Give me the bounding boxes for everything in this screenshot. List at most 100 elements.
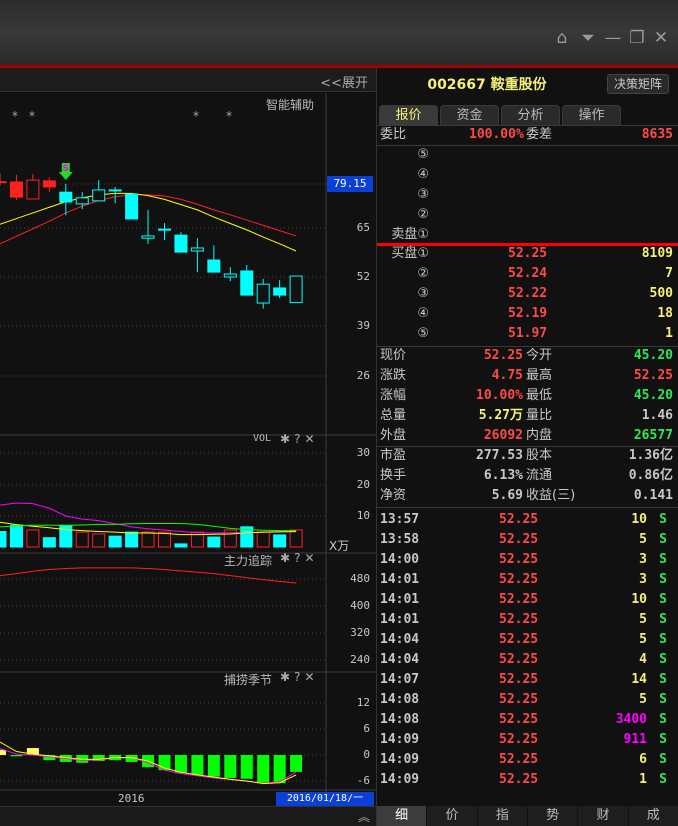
bid-volume: 1 xyxy=(665,326,673,341)
candle xyxy=(174,234,188,253)
tab-operation[interactable]: 操作 xyxy=(562,105,621,125)
tick-price: 52.25 xyxy=(499,652,539,667)
bottom-tab[interactable]: 细 xyxy=(377,806,428,826)
stat-row: 总量 5.27万 量比 1.46 xyxy=(377,406,678,426)
gear-icon[interactable]: ✱ xyxy=(280,670,290,684)
bid-row: ④ 52.19 18 xyxy=(377,304,678,324)
ask-row: ④ xyxy=(377,165,678,185)
season-tick: 0 xyxy=(363,748,370,761)
tick-price: 52.25 xyxy=(499,692,539,707)
candle xyxy=(42,180,56,188)
tab-quote[interactable]: 报价 xyxy=(379,105,438,125)
vol-tick: 10 xyxy=(356,509,370,522)
tick-flag: S xyxy=(659,752,667,767)
tick-price: 52.25 xyxy=(499,552,539,567)
stat-value: 52.25 xyxy=(633,368,673,383)
close-panel-icon[interactable]: ✕ xyxy=(304,551,314,565)
assist-label[interactable]: 智能辅助 xyxy=(266,96,314,113)
tick-row: 13:58 52.25 5 S xyxy=(377,530,678,550)
bid-level-label: ⑤ xyxy=(417,326,429,341)
help-icon[interactable]: ? xyxy=(294,551,300,565)
bid-level-label: 买盘① xyxy=(391,246,429,261)
price-tick: 65 xyxy=(356,221,370,234)
bid-price: 51.97 xyxy=(508,326,548,341)
tick-time: 14:04 xyxy=(380,652,420,667)
tick-flag: S xyxy=(659,612,667,627)
stat-value: 45.20 xyxy=(633,388,673,403)
star-marker: * xyxy=(29,109,35,123)
stat-label: 最高 xyxy=(526,368,553,383)
tick-price: 52.25 xyxy=(499,532,539,547)
season-bar xyxy=(191,755,204,775)
close-panel-icon[interactable]: ✕ xyxy=(304,670,314,684)
chart-bottom-bar: ︽ xyxy=(0,806,376,826)
season-bar xyxy=(257,755,270,784)
tick-price: 52.25 xyxy=(499,592,539,607)
bottom-tab[interactable]: 指 xyxy=(477,806,528,826)
bottom-tab[interactable]: 财 xyxy=(578,806,629,826)
tick-row: 14:01 52.25 3 S xyxy=(377,570,678,590)
fund-label: 收益(三) xyxy=(526,488,576,503)
help-icon[interactable]: ? xyxy=(294,432,300,446)
bottom-tab[interactable]: 成 xyxy=(628,806,678,826)
main-force-tick: 240 xyxy=(350,653,370,666)
tab-funds[interactable]: 资金 xyxy=(440,105,499,125)
stat-label: 涨跌 xyxy=(380,368,407,383)
ask-row: ③ xyxy=(377,185,678,205)
tick-volume: 3 xyxy=(639,572,647,587)
candle xyxy=(59,191,73,203)
fund-label: 净资 xyxy=(380,488,407,503)
bottom-tab[interactable]: 价 xyxy=(427,806,478,826)
candle xyxy=(256,283,270,304)
season-bar xyxy=(240,755,253,779)
candle xyxy=(92,189,106,202)
star-marker: * xyxy=(193,109,199,123)
tick-row: 13:57 52.25 10 S xyxy=(377,510,678,530)
gear-icon[interactable]: ✱ xyxy=(280,432,290,446)
bid-row: ② 52.24 7 xyxy=(377,264,678,284)
candle xyxy=(9,181,23,198)
fund-label: 流通 xyxy=(526,468,553,483)
stat-label: 今开 xyxy=(526,348,553,363)
main-force-panel-controls: ✱? ✕ xyxy=(276,551,315,566)
tick-flag: S xyxy=(659,732,667,747)
double-chevron-up-icon[interactable]: ︽ xyxy=(358,808,370,825)
stock-title: 002667 鞍重股份 xyxy=(427,77,547,93)
bid-price: 52.19 xyxy=(508,306,548,321)
help-icon[interactable]: ? xyxy=(294,670,300,684)
tick-time: 14:08 xyxy=(380,712,420,727)
stat-label: 最低 xyxy=(526,388,553,403)
stat-label: 外盘 xyxy=(380,428,407,443)
price-tick: 52 xyxy=(356,270,370,283)
ask-level-label: ③ xyxy=(417,187,429,202)
tick-flag: S xyxy=(659,652,667,667)
tick-row: 14:07 52.25 14 S xyxy=(377,670,678,690)
divider xyxy=(377,507,678,508)
tick-flag: S xyxy=(659,572,667,587)
volume-bar xyxy=(289,529,303,548)
tick-volume: 3 xyxy=(639,552,647,567)
tick-time: 14:04 xyxy=(380,632,420,647)
stat-label: 量比 xyxy=(526,408,553,423)
tab-analysis[interactable]: 分析 xyxy=(501,105,560,125)
tick-volume: 14 xyxy=(631,672,647,687)
candle xyxy=(273,287,287,296)
ask-level-label: ④ xyxy=(417,167,429,182)
star-marker: * xyxy=(12,109,18,123)
main-force-tick: 480 xyxy=(350,572,370,585)
candle xyxy=(108,189,122,192)
stat-value: 5.27万 xyxy=(478,408,523,423)
season-bar xyxy=(224,755,237,778)
tick-price: 52.25 xyxy=(499,752,539,767)
gear-icon[interactable]: ✱ xyxy=(280,551,290,565)
decision-matrix-button[interactable]: 决策矩阵 xyxy=(607,74,669,94)
price-tick: 39 xyxy=(356,319,370,332)
volume-bar xyxy=(108,535,122,548)
season-panel-controls: ✱? ✕ xyxy=(276,670,315,685)
bottom-tab[interactable]: 势 xyxy=(527,806,579,826)
bid-price: 52.22 xyxy=(508,286,548,301)
tick-time: 14:08 xyxy=(380,692,420,707)
close-panel-icon[interactable]: ✕ xyxy=(304,432,314,446)
stat-label: 内盘 xyxy=(526,428,553,443)
fundamental-row: 换手 6.13% 流通 0.86亿 xyxy=(377,466,678,486)
